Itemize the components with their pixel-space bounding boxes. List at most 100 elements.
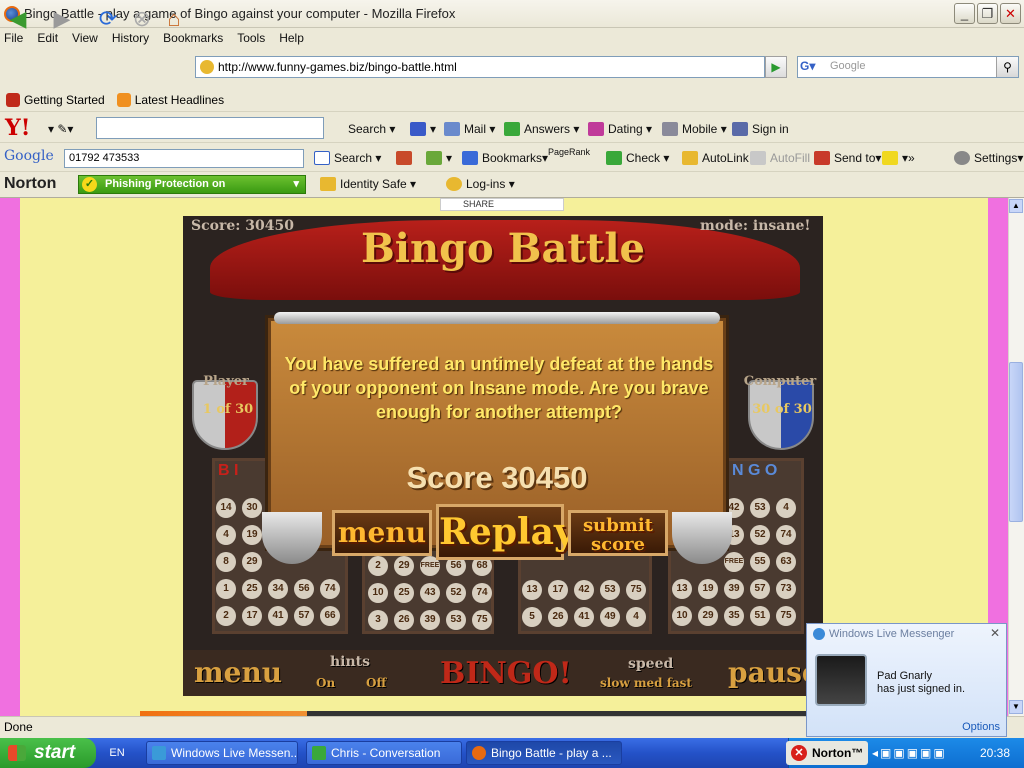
google-search-button[interactable]: Search ▾ [314, 151, 381, 165]
log-ins[interactable]: Log-ins ▾ [446, 177, 515, 191]
url-bar[interactable]: http://www.funny-games.biz/bingo-battle.… [195, 56, 765, 78]
scroll-up-icon[interactable]: ▲ [1009, 199, 1023, 213]
bingo-cell: 14 [216, 498, 236, 518]
bingo-cell: 4 [776, 498, 796, 518]
google-check[interactable]: Check ▾ [606, 151, 669, 165]
puzzle-icon[interactable]: ▾ [426, 151, 452, 165]
google-search-engine-icon[interactable]: G▾ [800, 59, 826, 75]
home-icon[interactable]: ⌂ [160, 6, 188, 34]
google-autolink[interactable]: AutoLink [682, 151, 749, 165]
search-placeholder: Google [830, 60, 866, 72]
tray-icons[interactable]: ◂▣▣▣▣▣ [872, 746, 947, 760]
bingo-cell: 19 [242, 525, 262, 545]
yahoo-search-input[interactable] [96, 117, 324, 139]
yahoo-sign-in[interactable]: Sign in [732, 122, 789, 136]
shield-icon[interactable]: ▾ [410, 122, 436, 136]
search-box[interactable]: G▾ Google ⚲ [797, 56, 1019, 78]
autolink-icon [682, 151, 698, 165]
close-button[interactable]: ✕ [1000, 3, 1021, 24]
hints-off-button[interactable]: Off [366, 676, 386, 690]
menu-view[interactable]: View [72, 31, 98, 45]
yahoo-answers[interactable]: Answers ▾ [504, 122, 579, 136]
google-send-to[interactable]: Send to ▾ [814, 151, 881, 165]
left-border-decoration [0, 198, 20, 716]
taskbar-item-conversation[interactable]: Chris - Conversation [306, 741, 462, 765]
identity-safe[interactable]: Identity Safe ▾ [320, 177, 416, 191]
pagerank[interactable]: PageRank [548, 147, 590, 157]
autofill-label: AutoFill [770, 151, 811, 165]
speed-options[interactable]: slow med fast [600, 676, 692, 690]
sign-in-label: Sign in [752, 122, 789, 136]
site-favicon-icon [200, 60, 214, 74]
scroll-down-icon[interactable]: ▼ [1009, 700, 1023, 714]
yahoo-search-label: Search [348, 122, 387, 136]
pencil-icon[interactable]: ▾ ✎▾ [48, 122, 73, 136]
yahoo-dating[interactable]: Dating ▾ [588, 122, 652, 136]
bingo-button[interactable]: BINGO! [440, 656, 572, 691]
bottom-menu-button[interactable]: menu [194, 656, 282, 689]
bookmark-latest-headlines[interactable]: Latest Headlines [116, 92, 224, 107]
replay-button[interactable]: Replay [436, 504, 575, 560]
bingo-cell: 19 [698, 579, 718, 599]
more-chevron[interactable]: » [908, 151, 915, 165]
log-ins-label: Log-ins [466, 177, 506, 191]
hints-on-button[interactable]: On [316, 676, 335, 690]
forward-icon[interactable]: ▶ [48, 6, 76, 34]
menu-tools[interactable]: Tools [237, 31, 265, 45]
bingo-cell: 74 [320, 579, 340, 599]
minimize-button[interactable]: _ [954, 3, 975, 24]
stop-icon[interactable]: ⊗ [128, 6, 156, 34]
google-logo[interactable]: Google [4, 148, 54, 164]
bingo-cell: 34 [268, 579, 288, 599]
windows-logo-icon [8, 745, 26, 761]
yahoo-mail[interactable]: Mail ▾ [444, 122, 495, 136]
send-icon [814, 151, 830, 165]
spear-decoration-icon [274, 312, 720, 324]
send-to-label: Send to [834, 151, 876, 165]
url-text: http://www.funny-games.biz/bingo-battle.… [218, 60, 457, 74]
yahoo-logo[interactable]: Y! [5, 115, 30, 141]
bookmark-getting-started[interactable]: Getting Started [6, 92, 105, 107]
close-icon[interactable]: ✕ [990, 626, 1000, 640]
search-icon[interactable]: ⚲ [996, 57, 1018, 77]
submit-score-button[interactable]: submit score [568, 510, 668, 556]
yahoo-search-button[interactable]: Search ▾ [348, 122, 395, 136]
messenger-options-link[interactable]: Options [962, 721, 1000, 733]
bingo-cell: 17 [242, 606, 262, 626]
norton-tray-label: Norton™ [812, 746, 864, 760]
google-autofill[interactable]: AutoFill [750, 151, 810, 165]
phishing-protection-status[interactable]: ✓ Phishing Protection on ▾ [78, 175, 306, 194]
highlight-icon[interactable]: ▾ [882, 151, 908, 165]
bingo-cell: 73 [776, 579, 796, 599]
taskbar-item-messenger[interactable]: Windows Live Messen... [146, 741, 298, 765]
bingo-cell: 29 [698, 606, 718, 626]
menu-help[interactable]: Help [279, 31, 304, 45]
google-settings[interactable]: Settings ▾ [954, 151, 1023, 165]
taskbar-item-firefox[interactable]: Bingo Battle - play a ... [466, 741, 622, 765]
pagerank-label: PageRank [548, 147, 591, 157]
language-indicator[interactable]: EN [104, 741, 130, 765]
news-icon[interactable] [396, 151, 416, 165]
reload-icon[interactable]: ⟳ [94, 6, 122, 34]
google-bookmarks[interactable]: Bookmarks ▾ [462, 151, 548, 165]
bingo-cell: 26 [394, 610, 414, 630]
card-header-left: B I [218, 462, 239, 479]
start-button[interactable]: start [0, 738, 96, 768]
scrollbar-thumb[interactable] [1009, 362, 1023, 522]
norton-tray-button[interactable]: ✕ Norton™ [786, 741, 868, 765]
yahoo-mobile[interactable]: Mobile ▾ [662, 122, 727, 136]
menu-button[interactable]: menu [332, 510, 432, 556]
messenger-notification[interactable]: Windows Live Messenger ✕ Pad Gnarly has … [806, 623, 1007, 737]
bingo-cell: 42 [574, 580, 594, 600]
lock-icon [320, 177, 336, 191]
go-button[interactable]: ▶ [765, 56, 787, 78]
google-query-input[interactable]: 01792 473533 [64, 149, 304, 168]
google-g-icon [314, 151, 330, 165]
back-icon[interactable]: ◀ [4, 6, 32, 34]
star-icon [462, 151, 478, 165]
share-button[interactable]: SHARE [440, 198, 564, 211]
bookmarks-toolbar: Getting Started Latest Headlines [0, 88, 1024, 112]
start-label: start [34, 742, 76, 763]
maximize-button[interactable]: ❐ [977, 3, 998, 24]
autolink-label: AutoLink [702, 151, 749, 165]
